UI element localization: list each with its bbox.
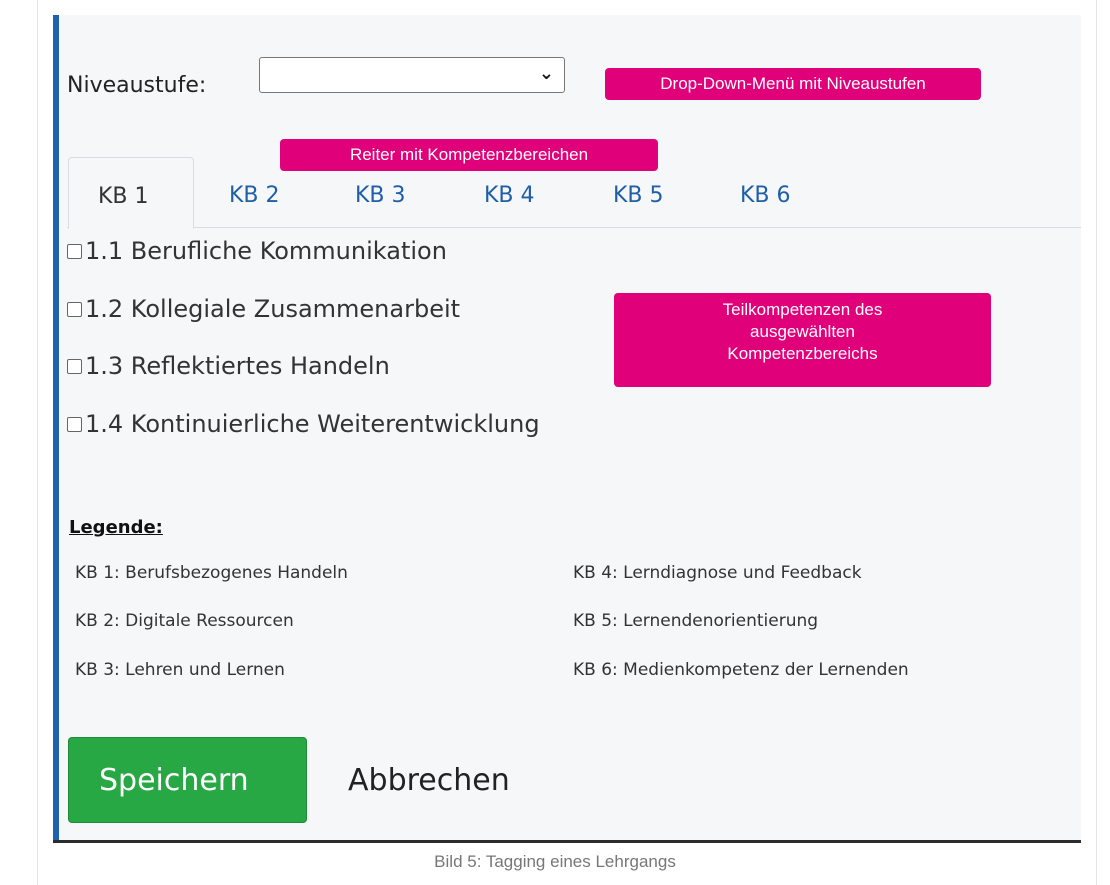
save-button-label: Speichern xyxy=(99,763,249,798)
left-accent-bar xyxy=(53,15,59,843)
callout-subcompetences-line: Teilkompetenzen des xyxy=(722,300,883,319)
screenshot-bottom-edge xyxy=(53,840,1081,843)
competence-label: 1.1 Berufliche Kommunikation xyxy=(85,237,447,265)
competence-label: 1.2 Kollegiale Zusammenarbeit xyxy=(85,295,461,323)
callout-subcompetences-line: Kompetenzbereichs xyxy=(727,344,878,363)
legend-item-kb2: KB 2: Digitale Ressourcen xyxy=(75,611,294,631)
checkbox-icon[interactable] xyxy=(67,301,82,317)
checkbox-icon[interactable] xyxy=(67,416,82,432)
callout-subcompetences-line: ausgewählten xyxy=(750,322,855,341)
legend-title: Legende: xyxy=(69,517,163,538)
tab-kb5[interactable]: KB 5 xyxy=(613,183,664,208)
legend-item-kb5: KB 5: Lernendenorientierung xyxy=(573,611,819,631)
chevron-down-icon: ⌄ xyxy=(538,63,554,84)
figure-caption: Bild 5: Tagging eines Lehrgangs xyxy=(434,852,676,871)
checkbox-icon[interactable] xyxy=(67,243,82,259)
competence-item[interactable]: 1.1 Berufliche Kommunikation xyxy=(67,237,447,265)
tab-kb1[interactable]: KB 1 xyxy=(68,157,194,229)
tab-kb2[interactable]: KB 2 xyxy=(229,183,280,208)
niveau-label: Niveaustufe: xyxy=(67,73,207,98)
competence-item[interactable]: 1.3 Reflektiertes Handeln xyxy=(67,352,390,380)
competence-item[interactable]: 1.4 Kontinuierliche Weiterentwicklung xyxy=(67,410,540,438)
callout-dropdown: Drop-Down-Menü mit Niveaustufen xyxy=(605,68,981,100)
cancel-button[interactable]: Abbrechen xyxy=(348,763,510,798)
competence-label: 1.3 Reflektiertes Handeln xyxy=(85,352,390,380)
competence-item[interactable]: 1.2 Kollegiale Zusammenarbeit xyxy=(67,295,460,323)
tab-kb3[interactable]: KB 3 xyxy=(355,183,406,208)
tabs-underline xyxy=(67,227,1081,228)
competence-label: 1.4 Kontinuierliche Weiterentwicklung xyxy=(85,410,540,438)
dialog-screenshot: Niveaustufe: ⌄ KB 1 KB 2 KB 3 KB 4 KB 5 … xyxy=(53,15,1081,843)
legend-item-kb6: KB 6: Medienkompetenz der Lernenden xyxy=(573,660,909,680)
niveau-select[interactable]: ⌄ xyxy=(259,57,565,93)
tab-kb1-label: KB 1 xyxy=(98,184,149,209)
tab-kb4[interactable]: KB 4 xyxy=(484,183,535,208)
legend-item-kb4: KB 4: Lerndiagnose und Feedback xyxy=(573,563,862,583)
legend-item-kb3: KB 3: Lehren und Lernen xyxy=(75,660,285,680)
legend-item-kb1: KB 1: Berufsbezogenes Handeln xyxy=(75,563,348,583)
callout-tabs: Reiter mit Kompetenzbereichen xyxy=(280,139,658,171)
tab-kb6[interactable]: KB 6 xyxy=(740,183,791,208)
callout-subcompetences: Teilkompetenzen des ausgewählten Kompete… xyxy=(614,293,991,387)
save-button[interactable]: Speichern xyxy=(68,737,307,823)
checkbox-icon[interactable] xyxy=(67,358,82,374)
